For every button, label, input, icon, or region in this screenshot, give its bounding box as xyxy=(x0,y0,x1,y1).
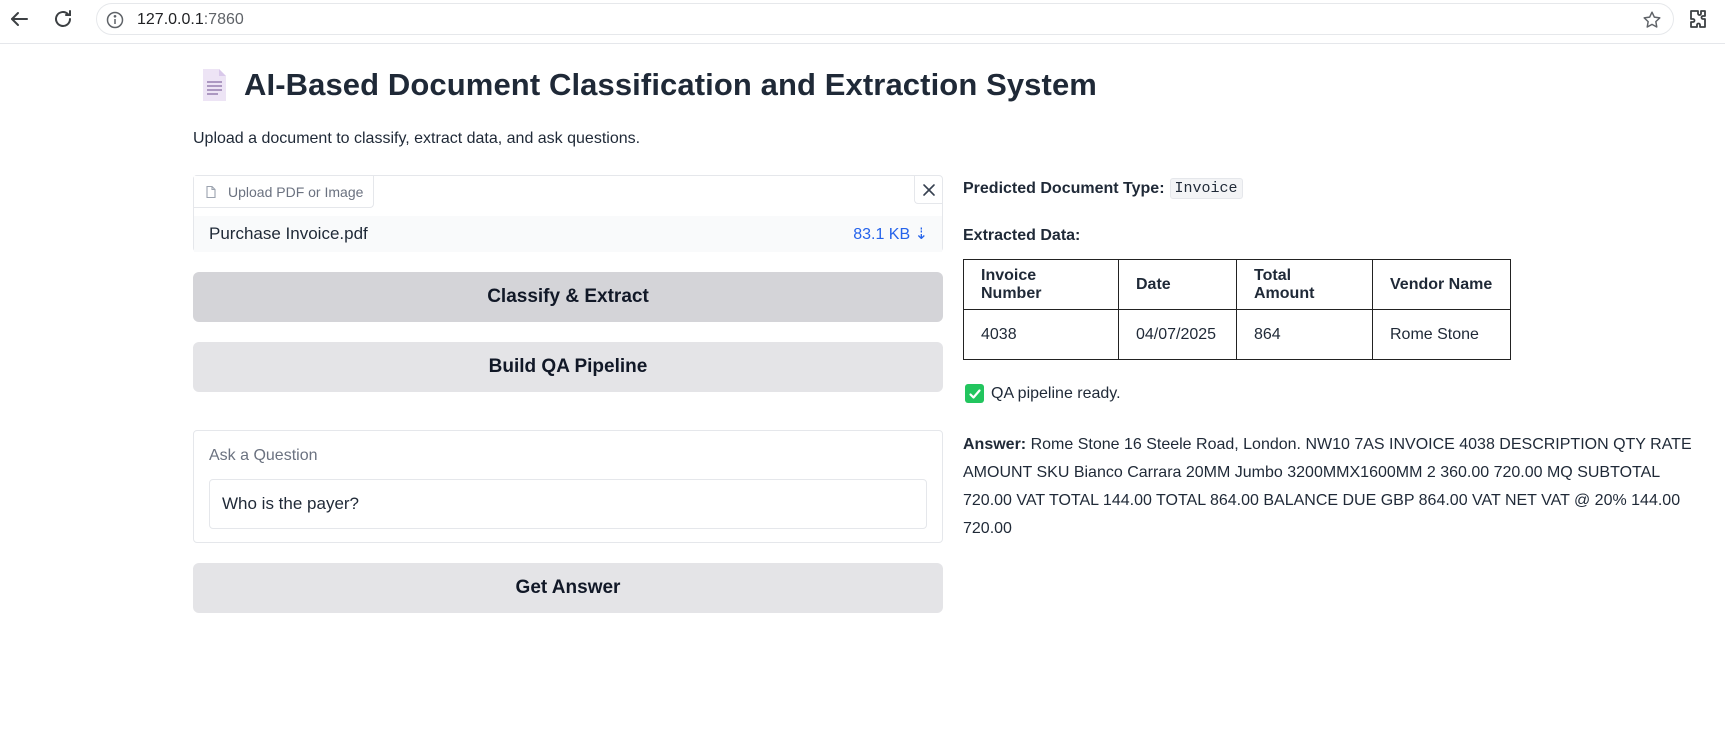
back-arrow-icon[interactable] xyxy=(7,7,31,31)
table-cell: Rome Stone xyxy=(1372,309,1511,360)
classify-extract-button[interactable]: Classify & Extract xyxy=(193,272,943,322)
checkmark-icon xyxy=(965,384,984,403)
file-name: Purchase Invoice.pdf xyxy=(209,224,368,243)
document-icon xyxy=(194,65,234,105)
answer-label: Answer: xyxy=(963,436,1027,453)
table-cell: 04/07/2025 xyxy=(1118,309,1237,360)
question-input[interactable]: Who is the payer? xyxy=(209,479,927,529)
browser-toolbar: 127.0.0.1:7860 xyxy=(0,0,1725,44)
question-label: Ask a Question xyxy=(209,447,318,464)
reload-icon[interactable] xyxy=(51,7,75,31)
star-icon[interactable] xyxy=(1641,9,1663,31)
page-title: AI-Based Document Classification and Ext… xyxy=(244,67,1097,102)
build-qa-pipeline-button[interactable]: Build QA Pipeline xyxy=(193,342,943,392)
table-cell: 864 xyxy=(1236,309,1373,360)
answer-output: Answer: Rome Stone 16 Steele Road, Londo… xyxy=(963,431,1698,543)
uploaded-file-row: Purchase Invoice.pdf 83.1 KB ⇣ xyxy=(194,216,942,252)
table-row: 4038 04/07/2025 864 Rome Stone xyxy=(963,309,1511,360)
close-icon xyxy=(922,183,935,196)
upload-label: Upload PDF or Image xyxy=(194,176,375,208)
answer-text: Rome Stone 16 Steele Road, London. NW10 … xyxy=(963,436,1692,537)
address-bar[interactable]: 127.0.0.1:7860 xyxy=(96,3,1674,35)
title-row: AI-Based Document Classification and Ext… xyxy=(194,62,1097,108)
url-text: 127.0.0.1:7860 xyxy=(137,11,244,29)
predicted-type-row: Predicted Document Type: Invoice xyxy=(963,178,1243,199)
get-answer-button[interactable]: Get Answer xyxy=(193,563,943,613)
table-header: Date xyxy=(1118,259,1237,310)
url-port: :7860 xyxy=(203,11,244,28)
file-download-link[interactable]: 83.1 KB ⇣ xyxy=(853,224,928,244)
file-upload[interactable]: Upload PDF or Image Purchase Invoice.pdf… xyxy=(193,175,943,252)
info-icon[interactable] xyxy=(105,10,125,30)
clear-file-button[interactable] xyxy=(914,176,942,204)
table-header: Invoice Number xyxy=(963,259,1119,310)
qa-status: QA pipeline ready. xyxy=(965,384,1121,403)
upload-label-text: Upload PDF or Image xyxy=(228,183,364,200)
table-header-row: Invoice Number Date Total Amount Vendor … xyxy=(963,259,1511,310)
table-cell: 4038 xyxy=(963,309,1119,360)
question-panel: Ask a Question Who is the payer? xyxy=(193,430,943,543)
file-icon xyxy=(204,185,218,199)
predicted-type-label: Predicted Document Type: xyxy=(963,179,1165,197)
predicted-type-value: Invoice xyxy=(1169,178,1243,199)
page-subtitle: Upload a document to classify, extract d… xyxy=(193,130,641,147)
extracted-data-table: Invoice Number Date Total Amount Vendor … xyxy=(963,259,1511,360)
url-host: 127.0.0.1 xyxy=(137,11,204,28)
qa-status-text: QA pipeline ready. xyxy=(991,384,1121,402)
table-header: Total Amount xyxy=(1236,259,1373,310)
extracted-data-label: Extracted Data: xyxy=(963,227,1081,244)
extensions-icon[interactable] xyxy=(1686,7,1710,31)
table-header: Vendor Name xyxy=(1372,259,1511,310)
